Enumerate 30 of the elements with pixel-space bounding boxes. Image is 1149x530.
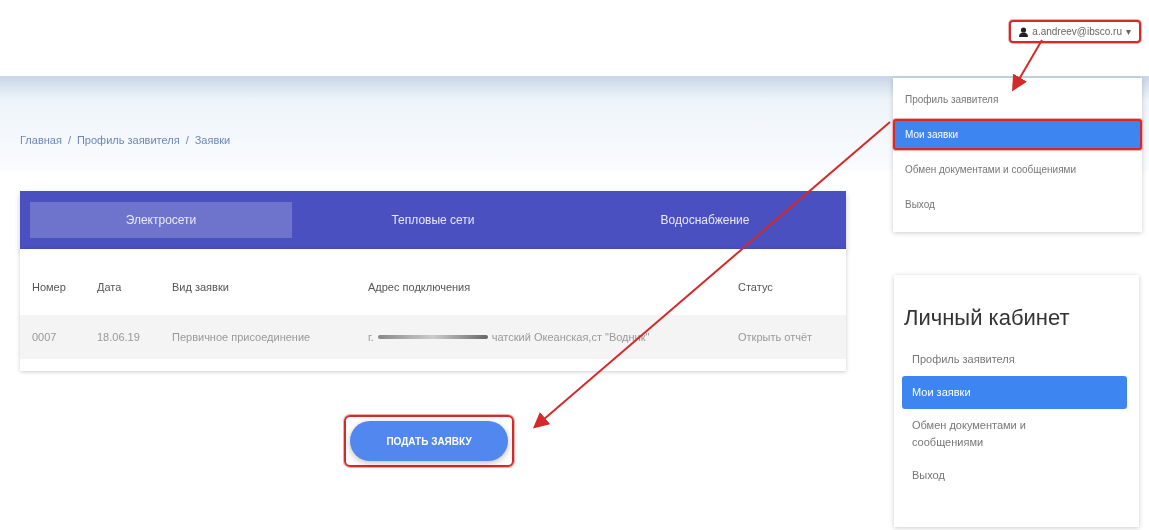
tab[interactable]: Тепловые сети xyxy=(302,202,564,238)
breadcrumb-separator: / xyxy=(185,134,189,146)
sidebar-item[interactable]: Мои заявки xyxy=(902,376,1127,409)
annotation-arrow xyxy=(1012,39,1043,92)
sidebar-title: Личный кабинет xyxy=(903,305,1071,331)
tab[interactable]: Водоснабжение xyxy=(574,202,836,238)
breadcrumb-separator: / xyxy=(67,134,71,146)
column-header: Номер xyxy=(32,281,67,293)
report-link[interactable]: Открыть отчёт xyxy=(738,331,813,343)
menu-item[interactable]: Профиль заявителя xyxy=(893,84,1142,115)
sidebar-item[interactable]: Профиль заявителя xyxy=(902,343,1127,376)
menu-item[interactable]: Обмен документами и сообщениями xyxy=(893,154,1142,185)
table-cell-text: 0007 xyxy=(32,331,58,343)
user-icon xyxy=(1019,26,1029,37)
menu-item[interactable]: Выход xyxy=(893,189,1142,220)
tab[interactable]: Электросети xyxy=(30,202,292,238)
breadcrumb-link[interactable]: Профиль заявителя xyxy=(76,134,180,146)
table-cell-text: Первичное присоединение xyxy=(172,331,312,343)
sidebar-item[interactable]: Обмен документами и сообщениями xyxy=(902,409,1127,459)
column-header: Адрес подключения xyxy=(368,281,472,293)
sidebar-item[interactable]: Выход xyxy=(902,459,1127,492)
table-cell: г. xyxy=(368,331,374,343)
menu-item[interactable]: Мои заявки xyxy=(893,119,1142,150)
column-header: Вид заявки xyxy=(172,281,230,293)
user-menu-button[interactable]: a.andreev@ibsco.ru ▾ xyxy=(1009,20,1141,43)
table-cell-text: 18.06.19 xyxy=(97,331,141,343)
column-header: Дата xyxy=(97,281,123,293)
breadcrumb-link[interactable]: Главная xyxy=(20,134,62,146)
column-header: Статус xyxy=(738,281,773,293)
submit-button[interactable]: ПОДАТЬ ЗАЯВКУ xyxy=(350,421,508,461)
